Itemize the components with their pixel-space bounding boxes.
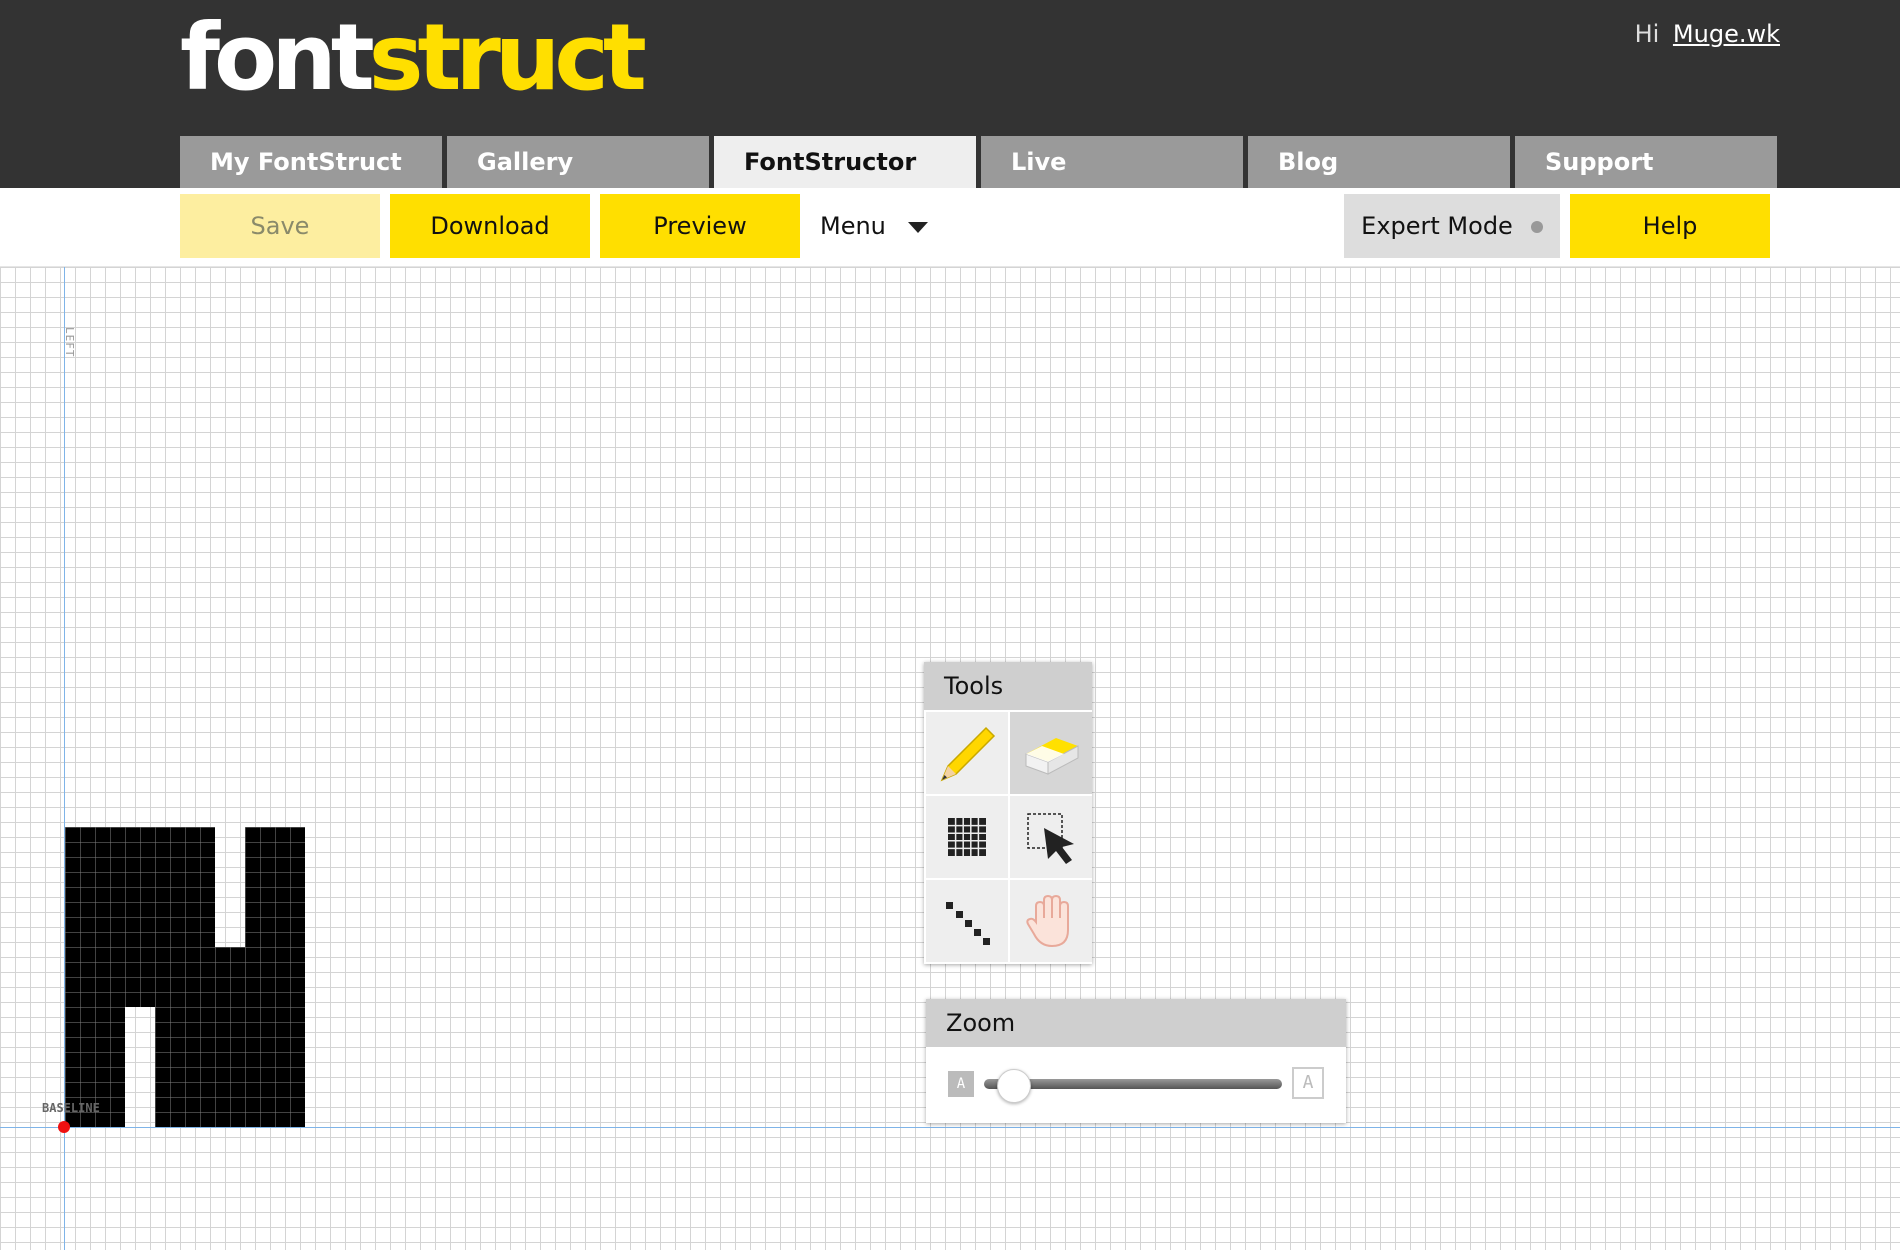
tab-fontstructor[interactable]: FontStructor [714,136,976,188]
fontstruct-logo[interactable]: fontstruct [180,12,647,104]
site-header: fontstruct Hi Muge.wk My FontStruct Gall… [0,0,1900,188]
user-greeting: Hi Muge.wk [1635,20,1780,48]
save-button[interactable]: Save [180,194,380,258]
left-guide-label: LEFT [63,327,76,358]
editor-toolbar: Save Download Preview Menu Expert Mode H… [0,188,1900,267]
origin-point [58,1121,70,1133]
zoom-body: A A [926,1047,1346,1123]
zoom-panel: Zoom A A [926,999,1346,1123]
help-button[interactable]: Help [1570,194,1770,258]
pencil-tool[interactable] [926,712,1008,794]
pencil-icon [940,726,996,782]
tab-support[interactable]: Support [1515,136,1777,188]
eraser-icon [1025,738,1079,775]
brick-block[interactable] [155,1007,245,1127]
toggle-indicator-icon [1530,221,1543,233]
zoom-out-button[interactable]: A [948,1071,974,1097]
select-icon [1027,813,1074,864]
menu-label: Menu [820,212,886,240]
zoom-in-button[interactable]: A [1292,1067,1324,1099]
zoom-slider-handle[interactable] [996,1069,1031,1103]
tools-panel-title[interactable]: Tools [924,662,1092,710]
hand-icon [1026,894,1069,948]
line-tool[interactable] [926,880,1008,962]
tab-gallery[interactable]: Gallery [447,136,709,188]
tab-my-fontstruct[interactable]: My FontStruct [180,136,442,188]
expert-mode-toggle[interactable]: Expert Mode [1344,194,1560,258]
tab-blog[interactable]: Blog [1248,136,1510,188]
preview-button[interactable]: Preview [600,194,800,258]
baseline-label: BASELINE [42,1101,100,1115]
hand-tool[interactable] [1010,880,1092,962]
eraser-tool[interactable] [1010,712,1092,794]
brick-block[interactable] [245,827,305,1127]
tools-grid [924,710,1092,964]
tab-live[interactable]: Live [981,136,1243,188]
grid-fill-icon [948,818,986,856]
chevron-down-icon [907,221,928,233]
select-tool[interactable] [1010,796,1092,878]
fill-grid-tool[interactable] [926,796,1008,878]
greeting-text: Hi [1634,20,1660,48]
download-button[interactable]: Download [390,194,590,258]
menu-dropdown[interactable]: Menu [820,194,940,258]
brick-block[interactable] [65,827,215,1007]
main-nav: My FontStruct Gallery FontStructor Live … [180,136,1782,188]
expert-mode-label: Expert Mode [1361,212,1513,240]
logo-struct-part: struct [368,4,647,111]
zoom-panel-title[interactable]: Zoom [926,999,1346,1047]
tools-panel: Tools [924,662,1092,964]
baseline-guide-line[interactable] [0,1127,1900,1128]
username-link[interactable]: Muge.wk [1673,20,1780,48]
line-icon [946,902,990,945]
logo-font-part: font [180,4,375,111]
